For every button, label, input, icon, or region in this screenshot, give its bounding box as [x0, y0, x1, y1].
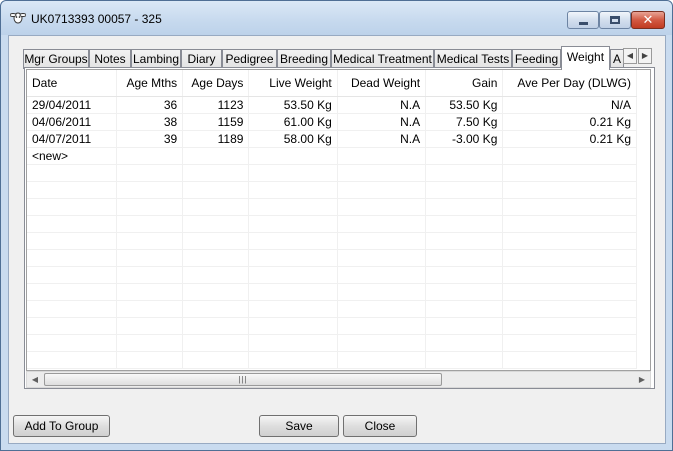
column-header-date[interactable]: Date	[27, 70, 117, 97]
cell-age-mths[interactable]: 36	[116, 96, 184, 114]
save-button[interactable]: Save	[259, 415, 339, 437]
cell-gain[interactable]: 7.50 Kg	[425, 113, 504, 131]
weight-tab-panel: Date Age Mths Age Days Live Weight Dead …	[24, 67, 655, 389]
empty-row	[27, 317, 637, 335]
scroll-left-arrow-icon[interactable]: ◀	[27, 373, 43, 387]
cell-dead-weight[interactable]: N.A	[337, 113, 427, 131]
column-header-dead-weight[interactable]: Dead Weight	[337, 70, 427, 97]
scroll-right-arrow-icon[interactable]: ▶	[634, 373, 650, 387]
empty-row	[27, 198, 637, 216]
horizontal-scrollbar[interactable]: ◀ ||| ▶	[26, 371, 651, 388]
column-header-ave-per-day[interactable]: Ave Per Day (DLWG)	[502, 70, 637, 97]
title-bar[interactable]: UK0713393 00057 - 325 ✕	[1, 1, 672, 35]
empty-row	[27, 300, 637, 318]
close-button[interactable]: Close	[343, 415, 417, 437]
grid-header-row: Date Age Mths Age Days Live Weight Dead …	[27, 70, 637, 97]
maximize-button[interactable]	[599, 11, 631, 29]
window-title: UK0713393 00057 - 325	[31, 12, 162, 26]
cell-age-mths[interactable]: 39	[116, 130, 184, 148]
sheep-head-icon	[10, 12, 26, 24]
empty-row	[27, 334, 637, 352]
table-row[interactable]: 04/06/2011 38 1159 61.00 Kg N.A 7.50 Kg …	[27, 113, 637, 131]
tab-lambing[interactable]: Lambing	[131, 49, 181, 69]
tab-breeding[interactable]: Breeding	[277, 49, 331, 69]
empty-row	[27, 181, 637, 199]
table-row[interactable]: 29/04/2011 36 1123 53.50 Kg N.A 53.50 Kg…	[27, 96, 637, 114]
cell-gain[interactable]: -3.00 Kg	[425, 130, 504, 148]
minimize-icon	[578, 21, 588, 25]
cell-age-days[interactable]: 1189	[182, 130, 250, 148]
add-to-group-button[interactable]: Add To Group	[13, 415, 110, 437]
cell-ave-per-day[interactable]: 0.21 Kg	[502, 113, 637, 131]
minimize-button[interactable]	[567, 11, 599, 29]
close-icon: ✕	[642, 12, 654, 28]
tab-diary[interactable]: Diary	[181, 49, 222, 69]
cell-gain[interactable]: 53.50 Kg	[425, 96, 504, 114]
empty-row	[27, 249, 637, 267]
tab-scroll-left-arrow[interactable]: ◀	[623, 48, 637, 64]
weight-table: Date Age Mths Age Days Live Weight Dead …	[27, 70, 637, 369]
column-header-age-mths[interactable]: Age Mths	[116, 70, 184, 97]
tab-strip: Mgr Groups Notes Lambing Diary Pedigree …	[23, 46, 663, 70]
cell-dead-weight[interactable]: N.A	[337, 96, 427, 114]
tab-feeding[interactable]: Feeding	[512, 49, 561, 69]
empty-row	[27, 164, 637, 182]
weight-record-window: UK0713393 00057 - 325 ✕ Mgr Groups Notes…	[0, 0, 673, 451]
tab-scroll-right-arrow[interactable]: ▶	[638, 48, 652, 64]
new-row-marker[interactable]: <new>	[27, 147, 117, 165]
weight-grid[interactable]: Date Age Mths Age Days Live Weight Dead …	[26, 69, 651, 371]
column-header-age-days[interactable]: Age Days	[182, 70, 250, 97]
cell-age-days[interactable]: 1123	[182, 96, 250, 114]
tab-medical-treatment[interactable]: Medical Treatment	[331, 49, 434, 69]
tab-pedigree[interactable]: Pedigree	[222, 49, 277, 69]
cell-ave-per-day[interactable]: N/A	[502, 96, 637, 114]
empty-row	[27, 232, 637, 250]
tab-mgr-groups[interactable]: Mgr Groups	[23, 49, 89, 69]
close-window-button[interactable]: ✕	[631, 11, 665, 29]
empty-row	[27, 283, 637, 301]
cell-live-weight[interactable]: 61.00 Kg	[248, 113, 338, 131]
maximize-icon	[610, 16, 620, 24]
cell-age-mths[interactable]: 38	[116, 113, 184, 131]
cell-dead-weight[interactable]: N.A	[337, 130, 427, 148]
empty-row	[27, 215, 637, 233]
scrollbar-thumb[interactable]: |||	[44, 373, 442, 386]
tab-weight[interactable]: Weight	[561, 46, 610, 70]
column-header-live-weight[interactable]: Live Weight	[248, 70, 338, 97]
cell-age-days[interactable]: 1159	[182, 113, 250, 131]
table-row[interactable]: 04/07/2011 39 1189 58.00 Kg N.A -3.00 Kg…	[27, 130, 637, 148]
column-header-gain[interactable]: Gain	[425, 70, 504, 97]
cell-live-weight[interactable]: 53.50 Kg	[248, 96, 338, 114]
cell-date[interactable]: 29/04/2011	[27, 96, 117, 114]
cell-live-weight[interactable]: 58.00 Kg	[248, 130, 338, 148]
tab-medical-tests[interactable]: Medical Tests	[434, 49, 512, 69]
window-client-area: Mgr Groups Notes Lambing Diary Pedigree …	[8, 35, 666, 444]
new-row[interactable]: <new>	[27, 147, 637, 165]
empty-row	[27, 351, 637, 369]
tab-overflow-partial[interactable]: A	[610, 49, 624, 69]
cell-date[interactable]: 04/06/2011	[27, 113, 117, 131]
empty-row	[27, 266, 637, 284]
tab-notes[interactable]: Notes	[89, 49, 131, 69]
cell-ave-per-day[interactable]: 0.21 Kg	[502, 130, 637, 148]
cell-date[interactable]: 04/07/2011	[27, 130, 117, 148]
